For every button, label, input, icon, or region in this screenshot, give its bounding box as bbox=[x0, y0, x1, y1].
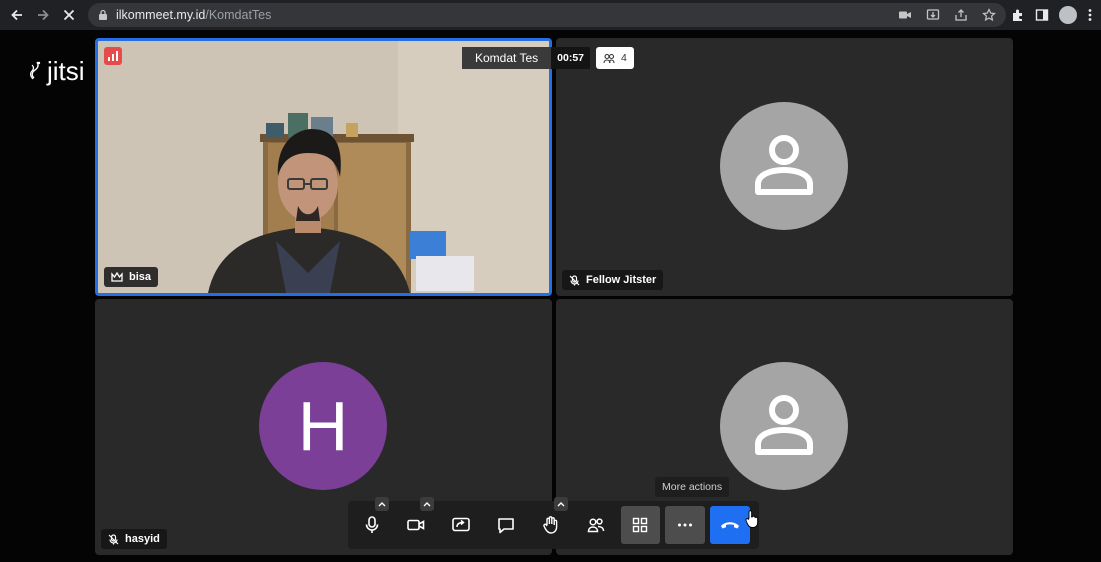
address-bar[interactable]: ilkommeet.my.id/KomdatTes bbox=[88, 3, 1006, 27]
forward-button[interactable] bbox=[30, 2, 56, 28]
hand-pointer-icon bbox=[745, 510, 759, 528]
microphone-icon bbox=[365, 516, 378, 533]
chevron-up-icon bbox=[378, 502, 386, 507]
raise-hand-icon bbox=[543, 516, 558, 534]
more-actions-tooltip: More actions bbox=[655, 477, 730, 497]
mouse-cursor bbox=[745, 510, 759, 533]
default-avatar bbox=[720, 102, 848, 230]
profile-avatar[interactable] bbox=[1059, 6, 1077, 24]
jitsi-logo[interactable]: jitsi bbox=[26, 56, 85, 87]
url-path: /KomdatTes bbox=[205, 8, 272, 22]
back-button[interactable] bbox=[4, 2, 30, 28]
signal-bar bbox=[116, 51, 118, 61]
tile-view-button[interactable] bbox=[620, 506, 660, 544]
microphone-button[interactable] bbox=[352, 497, 391, 544]
arrow-left-icon bbox=[11, 9, 22, 21]
signal-bar bbox=[108, 57, 110, 61]
install-app-icon[interactable] bbox=[926, 8, 940, 22]
microphone-muted-icon bbox=[108, 533, 119, 544]
meeting-timer: 00:57 bbox=[551, 47, 591, 69]
default-avatar bbox=[720, 362, 848, 490]
side-panel-icon[interactable] bbox=[1035, 8, 1049, 22]
logo-text: jitsi bbox=[47, 56, 85, 86]
participants-icon bbox=[603, 53, 615, 63]
moderator-crown-icon bbox=[111, 272, 123, 282]
video-settings-caret[interactable] bbox=[420, 497, 435, 511]
reactions-caret[interactable] bbox=[554, 497, 569, 511]
participant-tile-fellow-jitster[interactable]: Fellow Jitster bbox=[556, 38, 1013, 296]
share-screen-icon bbox=[452, 517, 471, 532]
hangup-icon bbox=[720, 522, 739, 529]
star-icon[interactable] bbox=[982, 8, 996, 22]
participant-name-tag: Fellow Jitster bbox=[562, 270, 664, 290]
initials-avatar: H bbox=[259, 362, 387, 490]
chevron-up-icon bbox=[557, 502, 565, 507]
extensions-icon[interactable] bbox=[1011, 8, 1025, 22]
stop-loading-button[interactable] bbox=[56, 2, 82, 28]
camera-button[interactable] bbox=[397, 497, 436, 544]
chevron-up-icon bbox=[423, 502, 431, 507]
participant-name-tag: hasyid bbox=[101, 529, 167, 549]
participant-name: bisa bbox=[129, 271, 152, 283]
participant-count: 4 bbox=[621, 52, 627, 64]
connection-quality-indicator[interactable] bbox=[104, 47, 122, 65]
raise-hand-button[interactable] bbox=[531, 497, 570, 544]
participant-name-tag: bisa bbox=[104, 267, 159, 287]
jitsi-mark-icon bbox=[30, 61, 41, 79]
participant-count-badge[interactable]: 4 bbox=[596, 47, 634, 69]
participants-icon bbox=[587, 518, 604, 533]
meeting-subject-bar: Komdat Tes 00:57 4 bbox=[462, 47, 634, 69]
participants-button[interactable] bbox=[576, 506, 615, 544]
camera-in-use-icon[interactable] bbox=[898, 9, 912, 21]
chat-button[interactable] bbox=[486, 506, 525, 544]
hangup-button[interactable] bbox=[710, 506, 750, 544]
user-icon bbox=[755, 135, 813, 195]
url-host: ilkommeet.my.id bbox=[116, 8, 206, 22]
camera-icon bbox=[407, 519, 425, 531]
more-actions-icon bbox=[678, 523, 693, 527]
arrow-right-icon bbox=[38, 9, 49, 21]
participant-name: hasyid bbox=[125, 533, 160, 545]
more-actions-button[interactable] bbox=[665, 506, 705, 544]
chat-icon bbox=[498, 517, 514, 533]
participant-tile-bisa[interactable]: bisa bbox=[95, 38, 552, 296]
participant-video bbox=[98, 41, 549, 293]
meeting-title: Komdat Tes bbox=[462, 47, 552, 69]
signal-bar bbox=[112, 54, 114, 61]
browser-chrome: ilkommeet.my.id/KomdatTes bbox=[0, 0, 1101, 30]
audio-settings-caret[interactable] bbox=[375, 497, 390, 511]
kebab-menu-icon[interactable] bbox=[1087, 8, 1093, 22]
url-text: ilkommeet.my.id/KomdatTes bbox=[116, 8, 271, 22]
tile-view-icon bbox=[633, 517, 648, 533]
participant-name: Fellow Jitster bbox=[586, 274, 657, 286]
user-icon bbox=[755, 395, 813, 455]
meeting-toolbar bbox=[348, 497, 759, 549]
microphone-muted-icon bbox=[569, 274, 580, 285]
close-icon bbox=[63, 9, 75, 21]
share-icon[interactable] bbox=[954, 8, 968, 22]
site-info-icon bbox=[99, 9, 107, 20]
share-screen-button[interactable] bbox=[442, 506, 481, 544]
